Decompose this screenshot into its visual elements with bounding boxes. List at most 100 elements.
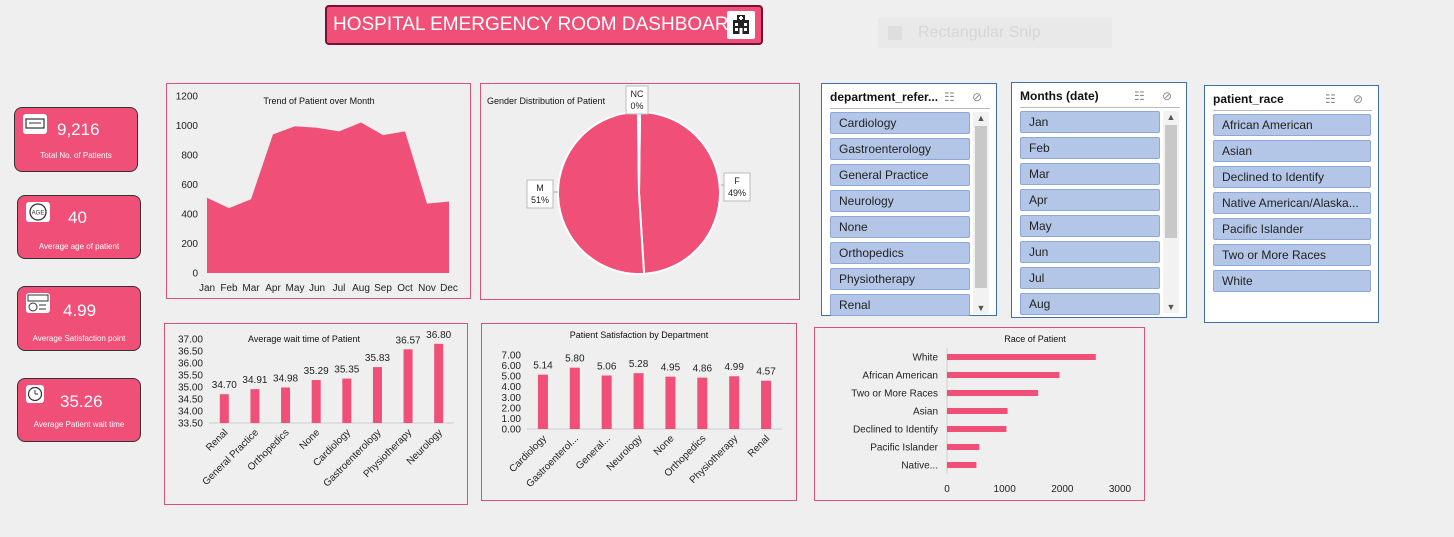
y-tick-label: 35.50 xyxy=(178,371,203,382)
y-tick-label: 1.00 xyxy=(502,414,522,425)
data-label: 4.99 xyxy=(724,362,744,373)
y-tick-label: 2.00 xyxy=(502,403,522,414)
bar xyxy=(342,378,352,423)
slicer-item-asian[interactable]: Asian xyxy=(1213,140,1371,162)
months-scrollbar[interactable]: ▲ ▼ xyxy=(1163,111,1179,313)
scroll-thumb[interactable] xyxy=(975,126,987,288)
x-tick-label: 1000 xyxy=(994,484,1017,495)
slicer-item-jul[interactable]: Jul xyxy=(1020,267,1160,289)
kpi-value: 4.99 xyxy=(63,301,97,320)
multi-select-icon[interactable]: ☷ xyxy=(1134,89,1145,103)
slicer-item-physiotherapy[interactable]: Physiotherapy xyxy=(830,268,970,290)
race-slicer: patient_race ☷ ⊘ African American Asian … xyxy=(1204,85,1379,323)
wait-time-chart: Average wait time of Patient33.5034.0034… xyxy=(178,330,454,489)
slicer-item-renal[interactable]: Renal xyxy=(830,294,970,316)
bar xyxy=(947,426,1007,432)
bar xyxy=(372,367,382,423)
slicer-item-jun[interactable]: Jun xyxy=(1020,241,1160,263)
y-tick-label: White xyxy=(912,353,938,364)
slicer-item-aug[interactable]: Aug xyxy=(1020,293,1160,315)
scroll-up-icon[interactable]: ▲ xyxy=(1163,112,1179,122)
kpi-label: Total No. of Patients xyxy=(40,151,112,160)
y-tick-label: 35.00 xyxy=(178,383,203,394)
kpi-average-wait-time: 35.26 Average Patient wait time xyxy=(17,378,141,442)
chart-title: Trend of Patient over Month xyxy=(263,96,374,106)
data-label: 35.35 xyxy=(334,365,359,376)
multi-select-icon[interactable]: ☷ xyxy=(944,90,955,104)
slicer-item-native-american[interactable]: Native American/Alaska... xyxy=(1213,192,1371,214)
y-tick-label: 600 xyxy=(181,180,198,191)
slice-value-label: 0% xyxy=(630,101,643,111)
clear-filter-icon[interactable]: ⊘ xyxy=(1353,92,1363,106)
data-label: 34.91 xyxy=(242,375,267,386)
bar xyxy=(947,372,1060,378)
chart-title: Patient Satisfaction by Department xyxy=(570,330,709,340)
bar xyxy=(250,389,260,423)
kpi-value: 40 xyxy=(68,208,87,227)
scroll-thumb[interactable] xyxy=(1165,125,1177,238)
slicer-item-white[interactable]: White xyxy=(1213,270,1371,292)
y-tick-label: Native... xyxy=(901,461,938,472)
x-tick-label: Nov xyxy=(418,283,436,294)
satisfaction-chart-panel: Patient Satisfaction by Department 0.00 1.… xyxy=(481,323,797,501)
patients-icon xyxy=(23,114,47,134)
x-tick-label: 0 xyxy=(944,484,950,495)
department-scrollbar[interactable]: ▲ ▼ xyxy=(973,112,989,314)
satisfaction-icon xyxy=(26,293,50,313)
data-label: 35.29 xyxy=(304,366,329,377)
kpi-average-satisfaction: 4.99 Average Satisfaction point xyxy=(17,286,141,351)
y-tick-label: Asian xyxy=(913,407,938,418)
chart-title: Race of Patient xyxy=(1004,334,1066,344)
months-slicer: Months (date) ☷ ⊘ Jan Feb Mar Apr May Ju… xyxy=(1011,82,1187,318)
wait-time-chart-panel: Average wait time of Patient 33.50 34.00 34… xyxy=(164,323,468,505)
slicer-item-mar[interactable]: Mar xyxy=(1020,163,1160,185)
slicer-item-pacific-islander[interactable]: Pacific Islander xyxy=(1213,218,1371,240)
bar xyxy=(729,376,740,429)
slicer-item-feb[interactable]: Feb xyxy=(1020,137,1160,159)
slicer-item-african-american[interactable]: African American xyxy=(1213,114,1371,136)
x-tick-label: Feb xyxy=(220,283,238,294)
scroll-down-icon[interactable]: ▼ xyxy=(1163,302,1179,312)
slicer-item-two-or-more-races[interactable]: Two or More Races xyxy=(1213,244,1371,266)
data-label: 5.80 xyxy=(565,354,585,365)
multi-select-icon[interactable]: ☷ xyxy=(1325,92,1336,106)
slicer-item-orthopedics[interactable]: Orthopedics xyxy=(830,242,970,264)
clear-filter-icon[interactable]: ⊘ xyxy=(972,90,982,104)
bar xyxy=(281,387,291,423)
slicer-item-gastroenterology[interactable]: Gastroenterology xyxy=(830,138,970,160)
x-tick-label: None xyxy=(298,427,323,452)
trend-chart: Trend of Patient over Month 0 200 400 600 800… xyxy=(176,92,458,295)
bar xyxy=(947,408,1008,414)
scroll-up-icon[interactable]: ▲ xyxy=(973,113,989,123)
data-label: 36.80 xyxy=(426,330,451,341)
svg-text:AGE: AGE xyxy=(32,211,45,217)
satisfaction-chart: Patient Satisfaction by Department 0.001.… xyxy=(502,330,782,490)
data-label: 5.14 xyxy=(533,361,553,372)
months-slicer-header: Months (date) xyxy=(1020,89,1099,103)
age-icon: AGE xyxy=(26,202,50,222)
clear-filter-icon[interactable]: ⊘ xyxy=(1162,89,1172,103)
x-tick-label: Jun xyxy=(309,283,325,294)
gender-chart: Gender Distribution of Patient NC 0% F 49% M 5… xyxy=(487,85,751,275)
pie-slice-nc xyxy=(636,110,642,194)
slicer-item-neurology[interactable]: Neurology xyxy=(830,190,970,212)
y-tick-label: 34.00 xyxy=(178,407,203,418)
dashboard-title: HOSPITAL EMERGENCY ROOM DASHBOARD xyxy=(325,5,763,45)
slicer-item-cardiology[interactable]: Cardiology xyxy=(830,112,970,134)
chart-title: Gender Distribution of Patient xyxy=(487,96,606,106)
y-tick-label: 34.50 xyxy=(178,395,203,406)
slicer-item-may[interactable]: May xyxy=(1020,215,1160,237)
scroll-down-icon[interactable]: ▼ xyxy=(973,303,989,313)
slicer-item-apr[interactable]: Apr xyxy=(1020,189,1160,211)
x-tick-label: 3000 xyxy=(1109,484,1132,495)
slicer-item-none[interactable]: None xyxy=(830,216,970,238)
race-chart-panel: Race of Patient White African American Two … xyxy=(814,327,1145,501)
slicer-item-general-practice[interactable]: General Practice xyxy=(830,164,970,186)
kpi-value: 9,216 xyxy=(57,120,100,139)
x-tick-label: Jan xyxy=(199,283,215,294)
slicer-item-declined-to-identify[interactable]: Declined to Identify xyxy=(1213,166,1371,188)
slicer-item-jan[interactable]: Jan xyxy=(1020,111,1160,133)
x-tick-label: Oct xyxy=(397,283,413,294)
snip-icon xyxy=(888,26,902,40)
x-tick-label: Dec xyxy=(440,283,458,294)
